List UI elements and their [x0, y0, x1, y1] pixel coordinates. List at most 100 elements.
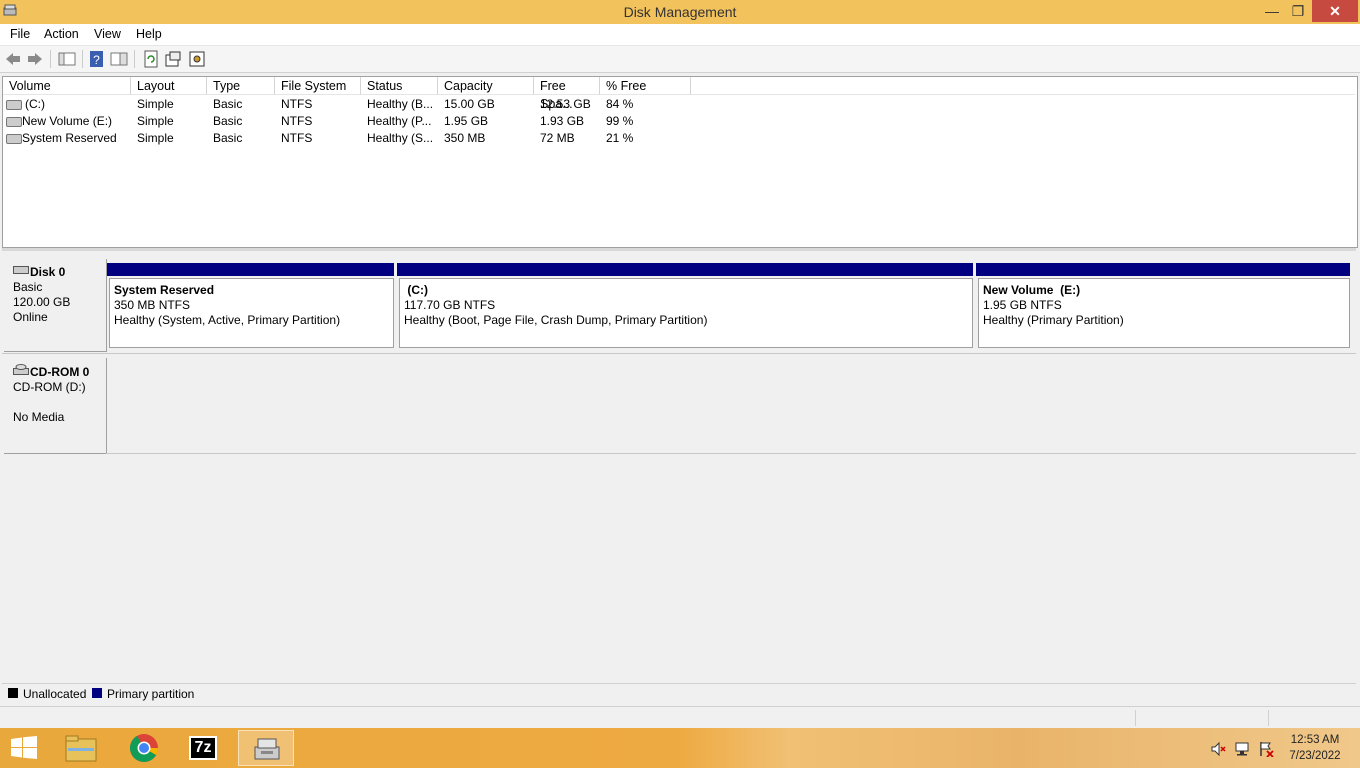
volume-muted-icon[interactable]: [1210, 741, 1226, 757]
console-tree-icon[interactable]: [58, 50, 76, 68]
7zip-label: 7z: [189, 736, 217, 760]
partition-bar: [107, 263, 394, 276]
disk-icon: [13, 266, 29, 274]
cell-capacity: 1.95 GB: [444, 114, 489, 128]
graphical-view: Disk 0 Basic 120.00 GB Online System Res…: [2, 252, 1356, 680]
partition-bar: [976, 263, 1350, 276]
cell-volume: (C:): [25, 97, 45, 111]
menu-help[interactable]: Help: [136, 27, 162, 41]
partition-e[interactable]: New Volume (E:) 1.95 GB NTFS Healthy (Pr…: [978, 278, 1350, 348]
disk-management-icon: [254, 738, 280, 760]
window-title: Disk Management: [623, 4, 737, 20]
cell-percent-free: 99 %: [606, 114, 634, 128]
title-bar: Disk Management — ❐ ✕: [0, 0, 1360, 24]
7zip-icon[interactable]: 7z: [176, 730, 232, 766]
partition-status: Healthy (Primary Partition): [983, 313, 1124, 327]
drive-icon: [6, 117, 22, 127]
cell-type: Basic: [213, 114, 243, 128]
row-divider: [106, 453, 1356, 454]
legend: Unallocated Primary partition: [2, 683, 1356, 704]
disk-size: 120.00 GB: [13, 295, 71, 309]
forward-arrow-icon[interactable]: [26, 50, 44, 68]
status-bar: [0, 706, 1360, 729]
minimize-button[interactable]: —: [1258, 0, 1286, 22]
cell-percent-free: 21 %: [606, 131, 634, 145]
partition-name: (C:): [404, 283, 428, 297]
cell-status: Healthy (B...: [367, 97, 434, 111]
disk-settings-icon[interactable]: [188, 50, 206, 68]
drive-icon: [6, 134, 22, 144]
partition-c[interactable]: (C:) 117.70 GB NTFS Healthy (Boot, Page …: [399, 278, 973, 348]
disk-type: Basic: [13, 280, 43, 294]
column-header-percent-free[interactable]: % Free: [600, 77, 691, 95]
column-header-status[interactable]: Status: [361, 77, 438, 95]
cdrom-drive: CD-ROM (D:): [13, 380, 86, 394]
menu-view[interactable]: View: [94, 27, 121, 41]
menu-action[interactable]: Action: [44, 27, 79, 41]
menu-file[interactable]: File: [10, 27, 30, 41]
clock-date[interactable]: 7/23/2022: [1280, 750, 1350, 762]
primary-partition-swatch: [92, 688, 102, 698]
partition-system-reserved[interactable]: System Reserved 350 MB NTFS Healthy (Sys…: [109, 278, 394, 348]
column-header-volume[interactable]: Volume: [3, 77, 131, 95]
table-row[interactable]: System Reserved Simple Basic NTFS Health…: [3, 130, 703, 147]
unallocated-swatch: [8, 688, 18, 698]
back-arrow-icon[interactable]: [4, 50, 22, 68]
cell-file-system: NTFS: [281, 131, 313, 145]
column-header-capacity[interactable]: Capacity: [438, 77, 534, 95]
column-header-layout[interactable]: Layout: [131, 77, 207, 95]
file-explorer-icon[interactable]: [54, 730, 110, 766]
cell-status: Healthy (S...: [367, 131, 434, 145]
column-header-type[interactable]: Type: [207, 77, 275, 95]
volume-list: Volume Layout Type File System Status Ca…: [2, 76, 1358, 248]
disk-status: Online: [13, 310, 48, 324]
table-row[interactable]: (C:) Simple Basic NTFS Healthy (B... 15.…: [3, 96, 703, 113]
toolbar-separator: [50, 50, 51, 68]
action-center-icon[interactable]: [1258, 741, 1274, 757]
restore-button[interactable]: ❐: [1284, 0, 1312, 22]
partition-bar: [397, 263, 973, 276]
disk-0-info[interactable]: Disk 0 Basic 120.00 GB Online: [4, 259, 107, 352]
cell-layout: Simple: [137, 131, 174, 145]
partition-size: 117.70 GB NTFS: [404, 298, 496, 312]
help-icon[interactable]: ?: [88, 50, 106, 68]
show-hide-icon[interactable]: [110, 50, 128, 68]
cell-capacity: 15.00 GB: [444, 97, 495, 111]
toolbar-separator: [82, 50, 83, 68]
partition-name: System Reserved: [114, 283, 215, 297]
menu-bar: File Action View Help: [0, 24, 1360, 46]
drive-icon: [6, 100, 22, 110]
legend-unallocated: Unallocated: [23, 687, 87, 701]
row-divider: [2, 353, 1356, 354]
windows-start-icon[interactable]: [10, 736, 38, 760]
toolbar: ?: [0, 46, 1360, 73]
cell-percent-free: 84 %: [606, 97, 634, 111]
disk-name: Disk 0: [30, 265, 66, 279]
table-row[interactable]: New Volume (E:) Simple Basic NTFS Health…: [3, 113, 703, 130]
cell-file-system: NTFS: [281, 97, 313, 111]
cdrom-status: No Media: [13, 410, 65, 424]
properties-icon[interactable]: [164, 50, 182, 68]
refresh-icon[interactable]: [142, 50, 160, 68]
column-header-free-space[interactable]: Free Spa...: [534, 77, 600, 111]
clock-time[interactable]: 12:53 AM: [1280, 734, 1350, 746]
partition-name: New Volume (E:): [983, 283, 1081, 297]
toolbar-separator: [134, 50, 135, 68]
network-icon[interactable]: [1234, 741, 1250, 757]
cell-layout: Simple: [137, 97, 174, 111]
cell-file-system: NTFS: [281, 114, 313, 128]
close-button[interactable]: ✕: [1312, 0, 1358, 22]
disk-management-taskbar-button[interactable]: [238, 730, 294, 766]
cell-status: Healthy (P...: [367, 114, 432, 128]
cell-free-space: 12.53 GB: [540, 97, 591, 111]
cell-volume: New Volume (E:): [22, 114, 113, 128]
pane-splitter[interactable]: [2, 248, 1356, 251]
chrome-icon[interactable]: [116, 730, 172, 766]
cell-free-space: 1.93 GB: [540, 114, 585, 128]
svg-text:?: ?: [93, 53, 100, 67]
cdrom-0-info[interactable]: CD-ROM 0 CD-ROM (D:) No Media: [4, 358, 107, 454]
status-separator: [1268, 710, 1269, 726]
column-header-file-system[interactable]: File System: [275, 77, 361, 95]
cell-free-space: 72 MB: [540, 131, 575, 145]
cell-volume: System Reserved: [22, 131, 117, 145]
